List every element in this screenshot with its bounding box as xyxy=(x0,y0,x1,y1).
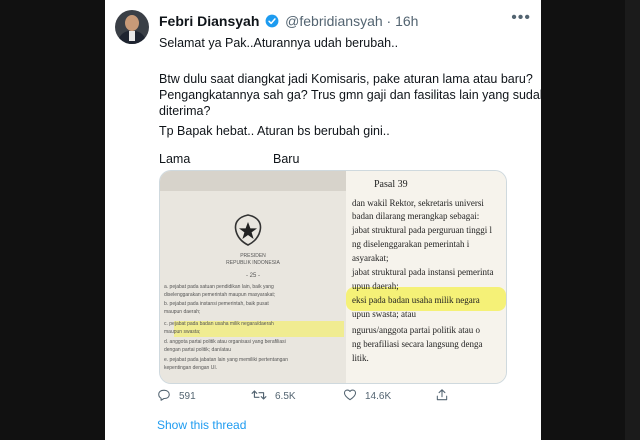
tweet-timestamp[interactable]: 16h xyxy=(395,13,418,29)
tweet-card[interactable]: Febri Diansyah @febridiansyah · 16h ••• … xyxy=(105,0,541,440)
tweet-actions: 591 6.5K 14.6K xyxy=(153,388,523,406)
share-icon xyxy=(435,388,449,405)
retweet-icon xyxy=(251,388,267,405)
avatar[interactable] xyxy=(115,10,149,44)
page-scrollbar[interactable] xyxy=(625,0,640,440)
like-count: 14.6K xyxy=(365,391,392,402)
like-button[interactable]: 14.6K xyxy=(343,388,391,405)
page-shadow xyxy=(160,171,346,191)
tweet-text-line: Tp Bapak hebat.. Aturan bs berubah gini.… xyxy=(159,124,390,138)
doc-caption-president: PRESIDEN xyxy=(240,253,266,259)
tweet-text-line: Btw dulu saat diangkat jadi Komisaris, p… xyxy=(159,72,533,86)
doc-text-line: upun daerah; xyxy=(352,281,399,291)
doc-text-line: jabat struktural pada instansi pemerinta xyxy=(352,267,494,277)
doc-item-line: d. anggota partai politik atau organisas… xyxy=(164,339,286,345)
label-new: Baru xyxy=(273,152,300,166)
doc-text-line: ng diselenggarakan pemerintah i xyxy=(352,239,470,249)
doc-item-line: dengan partai politik; dan/atau xyxy=(164,347,231,353)
author-handle[interactable]: @febridiansyah xyxy=(285,13,383,29)
doc-page-number: - 25 - xyxy=(245,273,260,279)
retweet-button[interactable]: 6.5K xyxy=(251,388,296,405)
reply-icon xyxy=(157,388,171,405)
doc-item-line: maupun daerah; xyxy=(164,309,201,315)
reply-count: 591 xyxy=(179,391,196,402)
doc-text-line: upun swasta; atau xyxy=(352,309,416,319)
reply-button[interactable]: 591 xyxy=(157,388,196,405)
doc-text-line: badan dilarang merangkap sebagai: xyxy=(352,211,480,221)
doc-item-line: diselenggarakan pemerintah maupun masyar… xyxy=(164,292,276,298)
doc-caption-republic: REPUBLIK INDONESIA xyxy=(226,260,280,266)
doc-text-line: litik. xyxy=(352,353,369,363)
tweet-text-line: Selamat ya Pak..Aturannya udah berubah.. xyxy=(159,36,399,50)
retweet-count: 6.5K xyxy=(275,391,296,402)
tweet-text-line: diterima? xyxy=(159,104,211,118)
tweet-text-line: Pengangkatannya sah ga? Trus gmn gaji da… xyxy=(159,88,541,102)
doc-text-line: ng berafiliasi secara langsung denga xyxy=(352,339,483,349)
tweet-header: Febri Diansyah @febridiansyah · 16h xyxy=(159,13,418,31)
label-old: Lama xyxy=(159,152,191,166)
new-regulation-page: Pasal 39 dan wakil Rektor, sekretaris un… xyxy=(346,171,506,383)
doc-text-line: ngurus/anggota partai politik atau o xyxy=(352,325,480,335)
show-thread-link[interactable]: Show this thread xyxy=(157,418,246,432)
garuda-emblem-icon xyxy=(234,214,262,246)
more-options-icon[interactable]: ••• xyxy=(511,9,531,27)
doc-item-line: e. pejabat pada jabatan lain yang memili… xyxy=(164,357,288,363)
doc-text-line: dan wakil Rektor, sekretaris universi xyxy=(352,198,484,208)
doc-item-line: b. pejabat pada instansi pemerintah, bai… xyxy=(164,301,269,307)
doc-text-line: asyarakat; xyxy=(352,253,389,263)
doc-item-line: kepentingan dengan UI. xyxy=(164,365,218,371)
tweet-image[interactable]: PRESIDEN REPUBLIK INDONESIA - 25 - a. pe… xyxy=(159,170,507,384)
author-name[interactable]: Febri Diansyah xyxy=(159,13,259,29)
doc-text-line: jabat struktural pada perguruan tinggi l xyxy=(352,225,493,235)
doc-text-line: eksi pada badan usaha milik negara xyxy=(352,295,480,305)
avatar-face xyxy=(125,15,139,31)
article-title: Pasal 39 xyxy=(374,179,408,190)
verified-badge-icon xyxy=(265,14,279,31)
separator-dot: · xyxy=(386,13,392,29)
doc-item-line: a. pejabat pada satuan pendidikan lain, … xyxy=(164,284,274,290)
doc-item-line: c. pejabat pada badan usaha milik negara… xyxy=(164,321,274,327)
avatar-shirt xyxy=(129,31,135,41)
doc-item-line: maupun swasta; xyxy=(164,329,201,335)
old-regulation-page: PRESIDEN REPUBLIK INDONESIA - 25 - a. pe… xyxy=(160,171,346,383)
heart-icon xyxy=(343,388,357,405)
share-button[interactable] xyxy=(435,388,449,405)
